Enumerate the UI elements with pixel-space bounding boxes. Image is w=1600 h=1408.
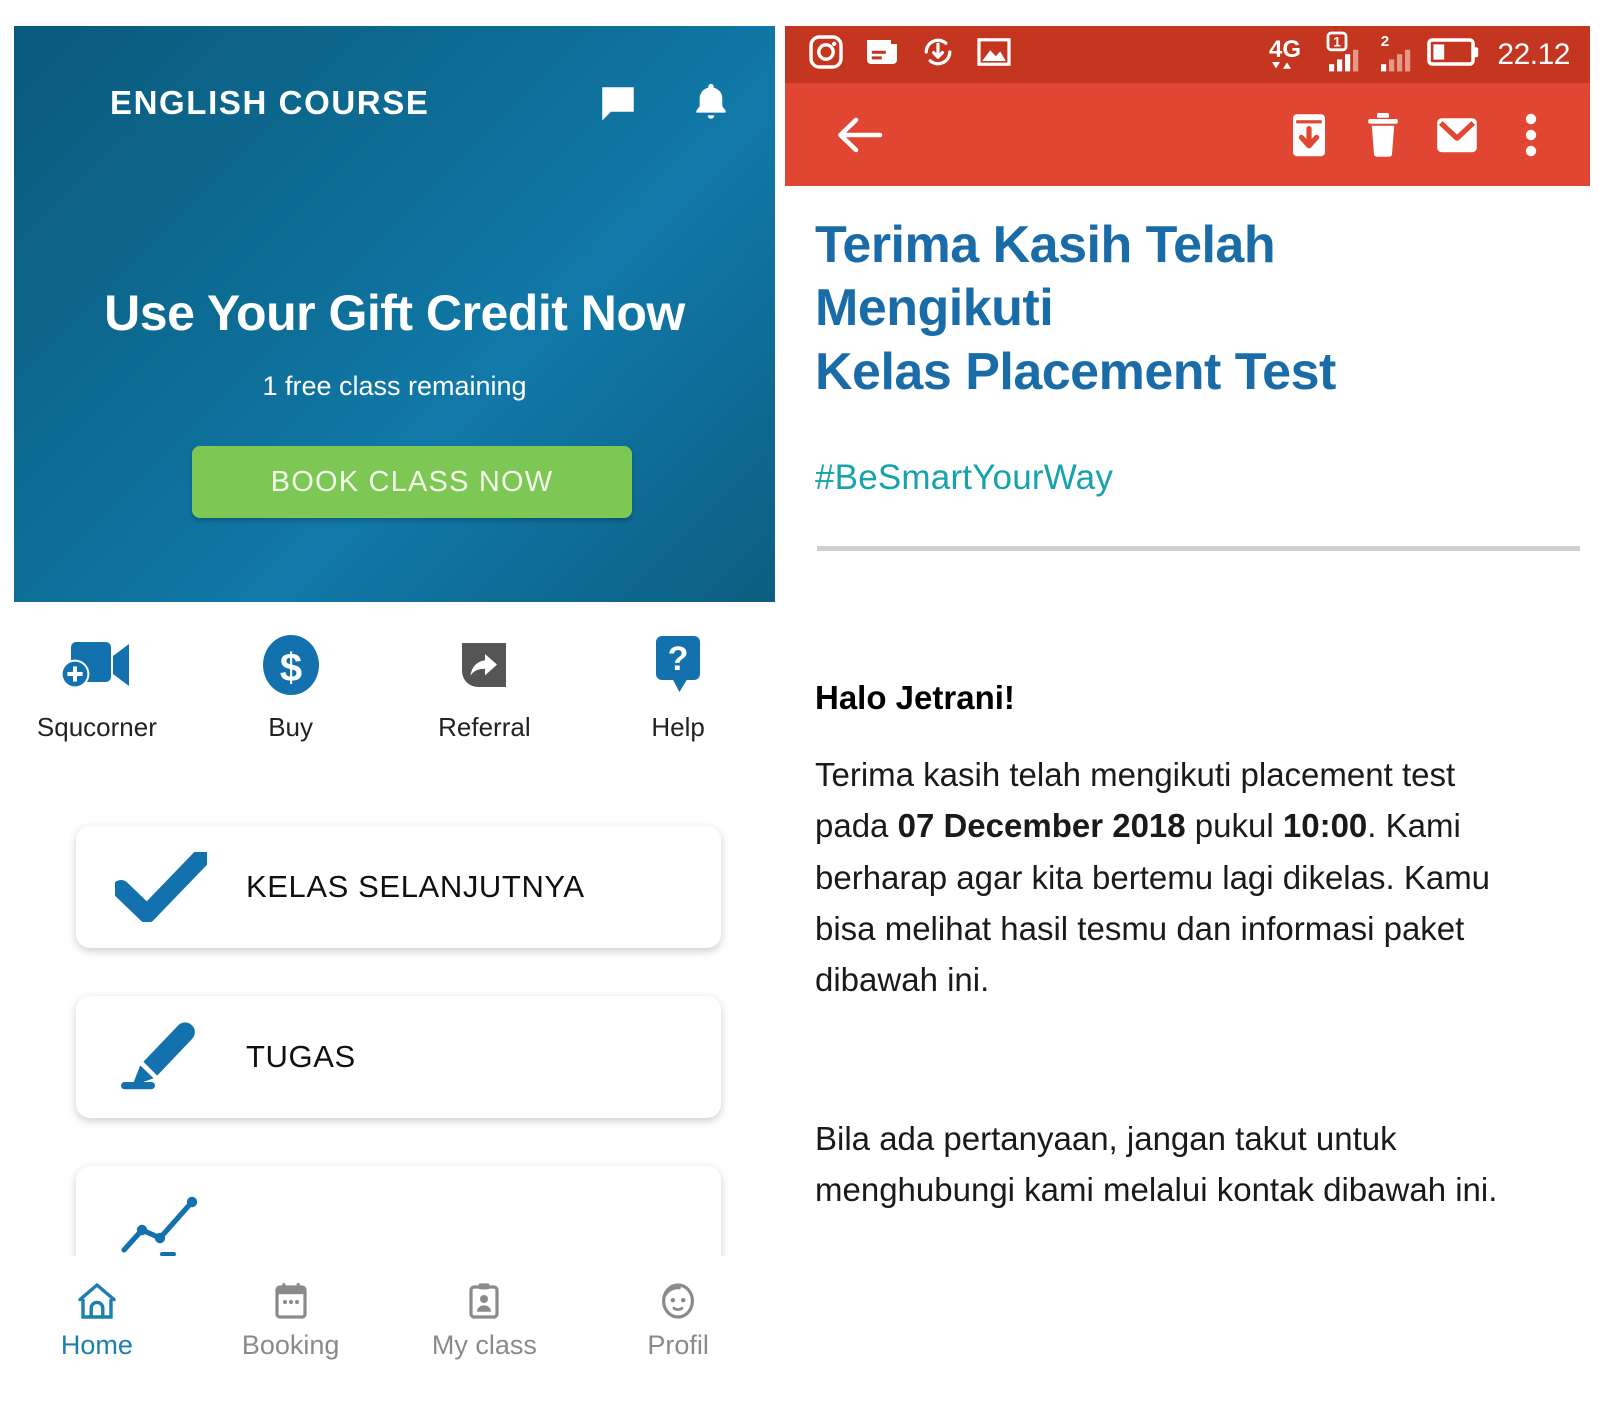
nav-item-label: Booking — [241, 1330, 340, 1360]
menu-card-label: TUGAS — [246, 1039, 356, 1074]
quick-action-referral[interactable]: Referral — [388, 634, 582, 743]
email-subject-heading: Terima Kasih Telah Mengikuti Kelas Place… — [815, 214, 1560, 404]
paragraph1-text-b: pukul — [1185, 807, 1283, 845]
email-paragraph-1: Terima kasih telah mengikuti placement t… — [815, 749, 1515, 1005]
sync-download-icon — [921, 35, 955, 74]
delete-trash-icon[interactable] — [1346, 98, 1420, 172]
svg-text:1: 1 — [1334, 34, 1342, 50]
news-article-icon — [865, 36, 899, 73]
app-header: ENGLISH COURSE — [14, 70, 775, 136]
dollar-circle-icon: $ — [262, 634, 320, 696]
status-bar-clock: 22.12 — [1497, 37, 1570, 71]
status-bar-system-icons: 4G 1 2 22.12 — [1267, 31, 1570, 78]
svg-text:$: $ — [280, 646, 302, 690]
app-title: ENGLISH COURSE — [110, 84, 430, 121]
archive-icon[interactable] — [1272, 98, 1346, 172]
dual-screenshot-container: ENGLISH COURSE Use Your Gift Credit Now … — [0, 0, 1600, 1408]
email-content-area: Terima Kasih Telah Mengikuti Kelas Place… — [785, 186, 1590, 1215]
nav-item-home[interactable]: Home — [0, 1280, 194, 1361]
nav-item-my-class[interactable]: My class — [388, 1280, 582, 1361]
svg-text:4G: 4G — [1269, 36, 1301, 63]
content-divider — [817, 546, 1580, 552]
gmail-phone-frame: 4G 1 2 22.12 Terima Kasih Telah Mengikut… — [785, 26, 1590, 1408]
android-status-bar: 4G 1 2 22.12 — [785, 26, 1590, 83]
line-chart-icon — [76, 1194, 246, 1260]
video-camera-plus-icon — [60, 634, 133, 696]
subject-line-1: Terima Kasih Telah — [815, 216, 1276, 274]
home-icon — [76, 1280, 118, 1322]
quick-actions-row: Squcorner $ Buy Referral ? Help — [0, 634, 775, 743]
gmail-toolbar — [785, 83, 1590, 186]
paragraph1-time: 10:00 — [1282, 807, 1368, 845]
chat-bubble-icon[interactable] — [597, 82, 639, 124]
quick-action-help[interactable]: ? Help — [581, 634, 775, 743]
paragraph1-date: 07 December 2018 — [897, 807, 1186, 845]
nav-item-booking[interactable]: Booking — [194, 1280, 388, 1361]
calendar-icon — [273, 1280, 309, 1322]
subject-line-3: Kelas Placement Test — [815, 342, 1336, 401]
overflow-menu-icon[interactable] — [1494, 98, 1568, 172]
menu-card-kelas-selanjutnya[interactable]: KELAS SELANJUTNYA — [76, 826, 721, 948]
image-icon — [977, 37, 1011, 72]
svg-text:?: ? — [668, 640, 689, 678]
hero-headline: Use Your Gift Credit Now — [104, 285, 685, 341]
bottom-navigation-bar: Home Booking My class Profil — [0, 1256, 775, 1408]
share-arrow-icon — [454, 634, 514, 696]
hero-subtext: 1 free class remaining — [262, 371, 527, 401]
instagram-icon — [809, 35, 843, 74]
quick-action-squcorner[interactable]: Squcorner — [0, 634, 194, 743]
status-bar-notification-icons — [809, 35, 1267, 74]
subject-line-2: Mengikuti — [815, 279, 1054, 338]
menu-card-label: KELAS SELANJUTNYA — [246, 869, 585, 904]
gift-credit-hero-banner: ENGLISH COURSE Use Your Gift Credit Now … — [14, 26, 775, 602]
nav-item-label: Profil — [647, 1330, 709, 1360]
quick-action-label: Squcorner — [36, 712, 157, 742]
email-hashtag: #BeSmartYourWay — [815, 458, 1114, 498]
mark-unread-envelope-icon[interactable] — [1420, 98, 1494, 172]
pen-marker-icon — [76, 1019, 246, 1095]
signal-sim1-icon: 1 — [1323, 31, 1365, 78]
email-greeting: Halo Jetrani! — [815, 679, 1015, 717]
nav-item-label: My class — [431, 1330, 537, 1360]
quick-action-label: Buy — [268, 712, 314, 742]
quick-action-label: Help — [651, 712, 705, 742]
battery-icon — [1427, 36, 1479, 73]
face-avatar-icon — [658, 1280, 698, 1322]
book-class-now-button[interactable]: BOOK CLASS NOW — [192, 446, 632, 518]
svg-text:2: 2 — [1381, 33, 1389, 50]
id-card-icon — [467, 1280, 501, 1322]
english-course-app-screen: ENGLISH COURSE Use Your Gift Credit Now … — [0, 0, 775, 1408]
quick-action-label: Referral — [438, 712, 531, 742]
quick-action-buy[interactable]: $ Buy — [194, 634, 388, 743]
checkmark-icon — [76, 852, 246, 922]
network-4g-icon: 4G — [1267, 32, 1313, 77]
nav-item-profil[interactable]: Profil — [581, 1280, 775, 1361]
email-paragraph-2: Bila ada pertanyaan, jangan takut untuk … — [815, 1120, 1498, 1209]
notification-bell-icon[interactable] — [691, 81, 731, 125]
nav-item-label: Home — [60, 1330, 133, 1360]
menu-card-tugas[interactable]: TUGAS — [76, 996, 721, 1118]
gmail-message-screen: 4G 1 2 22.12 Terima Kasih Telah Mengikut… — [775, 0, 1600, 1408]
back-arrow-icon[interactable] — [823, 98, 897, 172]
question-mark-bubble-icon: ? — [652, 634, 704, 696]
signal-sim2-icon: 2 — [1375, 31, 1417, 78]
